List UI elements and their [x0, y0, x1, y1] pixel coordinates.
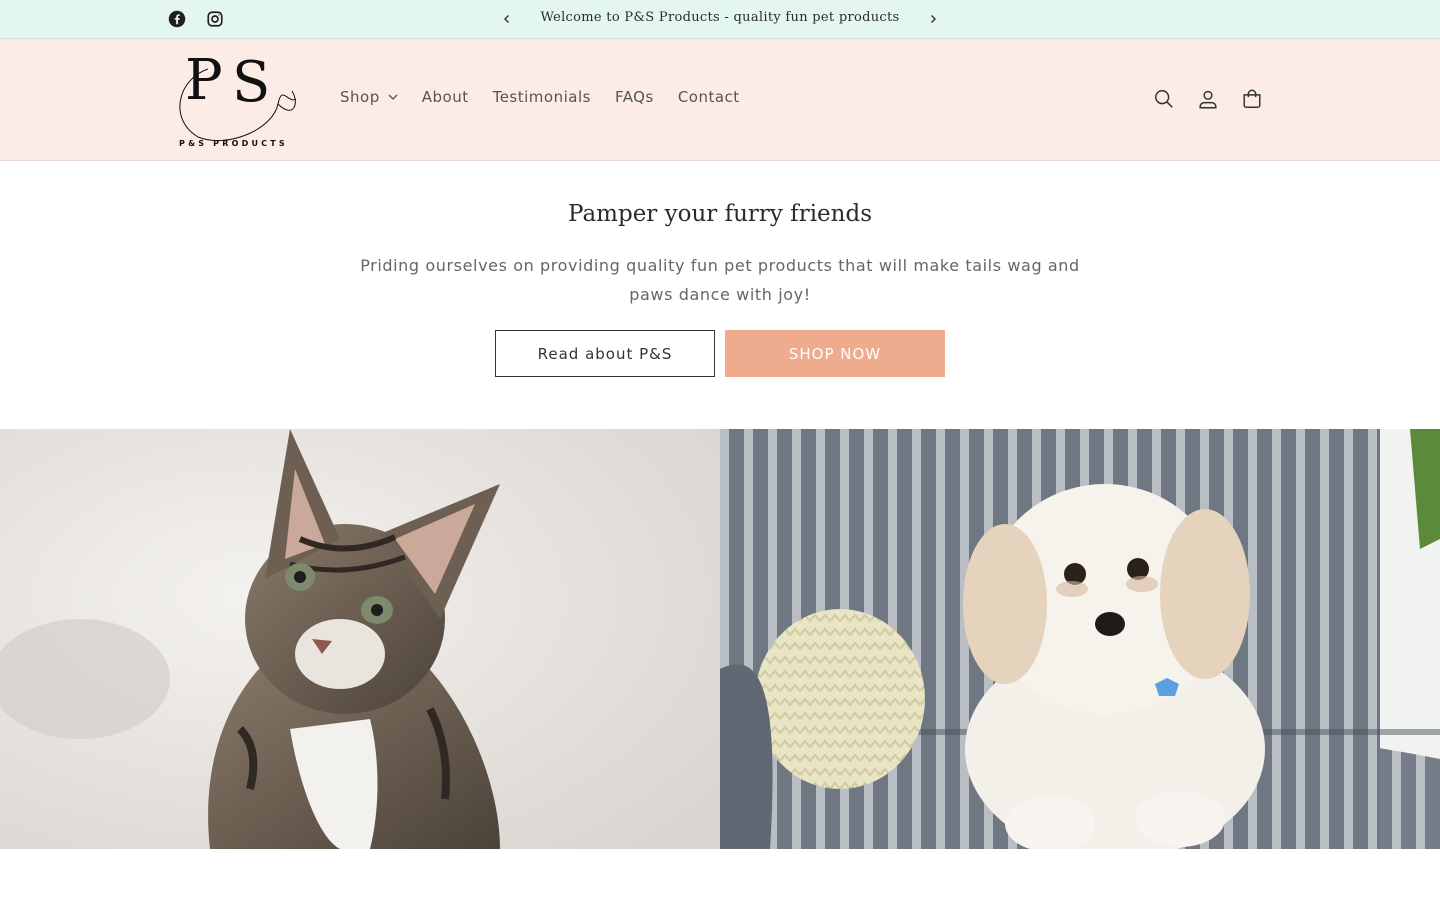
- nav-item-about[interactable]: About: [422, 88, 469, 106]
- svg-text:P: P: [185, 49, 223, 113]
- nav-label: FAQs: [614, 88, 654, 106]
- hero-subtitle: Priding ourselves on providing quality f…: [360, 256, 1080, 304]
- cart-icon[interactable]: [1240, 87, 1264, 111]
- hero-title: Pamper your furry friends: [568, 201, 872, 227]
- shop-now-button[interactable]: SHOP NOW: [725, 330, 945, 377]
- nav-label: Testimonials: [492, 88, 591, 106]
- logo-tagline: P&S PRODUCTS: [179, 139, 288, 148]
- account-icon[interactable]: [1196, 87, 1220, 111]
- nav-label: Contact: [677, 88, 740, 106]
- nav-item-shop[interactable]: Shop: [340, 88, 398, 106]
- nav-item-contact[interactable]: Contact: [678, 88, 740, 106]
- announcement-bar: Welcome to P&S Products - quality fun pe…: [0, 0, 1440, 39]
- announcement-message: Welcome to P&S Products - quality fun pe…: [540, 10, 900, 25]
- chevron-right-icon[interactable]: [923, 9, 943, 29]
- svg-text:S: S: [232, 50, 270, 115]
- nav-label: Shop: [340, 88, 380, 106]
- search-icon[interactable]: [1152, 87, 1176, 111]
- nav-label: About: [421, 88, 469, 106]
- kitten-image: [0, 429, 720, 849]
- dog-image: [720, 429, 1440, 849]
- main-nav: Shop About Testimonials FAQs Contact: [340, 88, 764, 106]
- logo[interactable]: P S P&S PRODUCTS: [168, 48, 302, 149]
- nav-item-faqs[interactable]: FAQs: [615, 88, 654, 106]
- site-header: P S P&S PRODUCTS Shop About Testimonials…: [0, 39, 1440, 161]
- read-about-button[interactable]: Read about P&S: [495, 330, 715, 377]
- nav-item-testimonials[interactable]: Testimonials: [493, 88, 591, 106]
- chevron-down-icon: [388, 94, 398, 100]
